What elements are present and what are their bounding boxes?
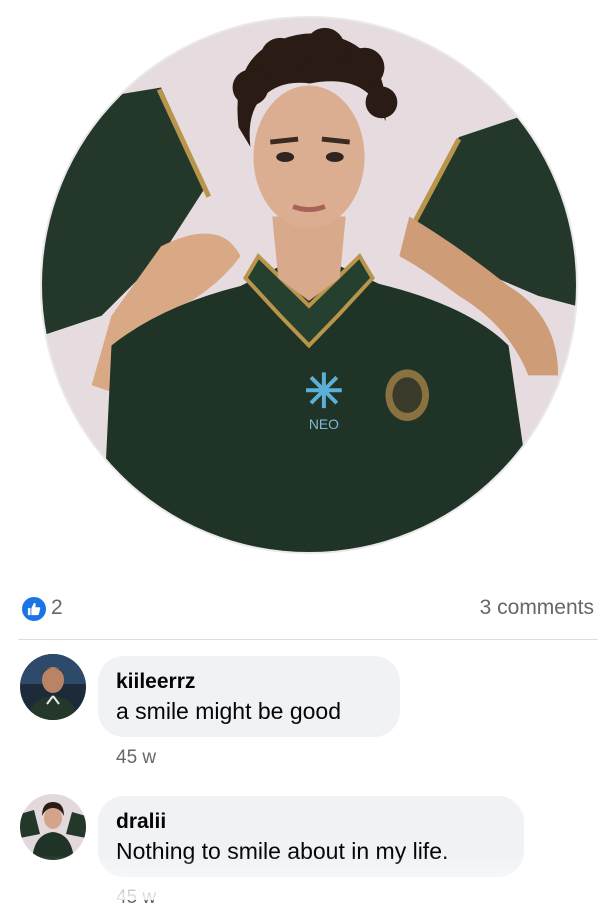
comment-author[interactable]: kiileerrz (116, 669, 380, 695)
comment-bubble[interactable]: dralii Nothing to smile about in my life… (98, 796, 524, 877)
reactions-bar: 2 3 comments (0, 590, 616, 626)
profile-photo[interactable]: NEO (40, 16, 578, 554)
comment-timestamp[interactable]: 45 w (116, 887, 156, 909)
reaction-count[interactable]: 2 (51, 596, 63, 620)
comment-timestamp[interactable]: 45 w (116, 747, 156, 769)
comment-bubble[interactable]: kiileerrz a smile might be good (98, 656, 400, 737)
thumbs-up-icon[interactable] (22, 597, 46, 621)
divider (18, 639, 598, 640)
comments-count-link[interactable]: 3 comments (480, 596, 594, 620)
avatar[interactable] (20, 794, 86, 860)
jersey-sponsor-text: NEO (309, 416, 339, 432)
comment-text: a smile might be good (116, 698, 342, 724)
comment-author[interactable]: dralii (116, 809, 504, 835)
comment-text: Nothing to smile about in my life. (116, 838, 449, 864)
avatar[interactable] (20, 654, 86, 720)
